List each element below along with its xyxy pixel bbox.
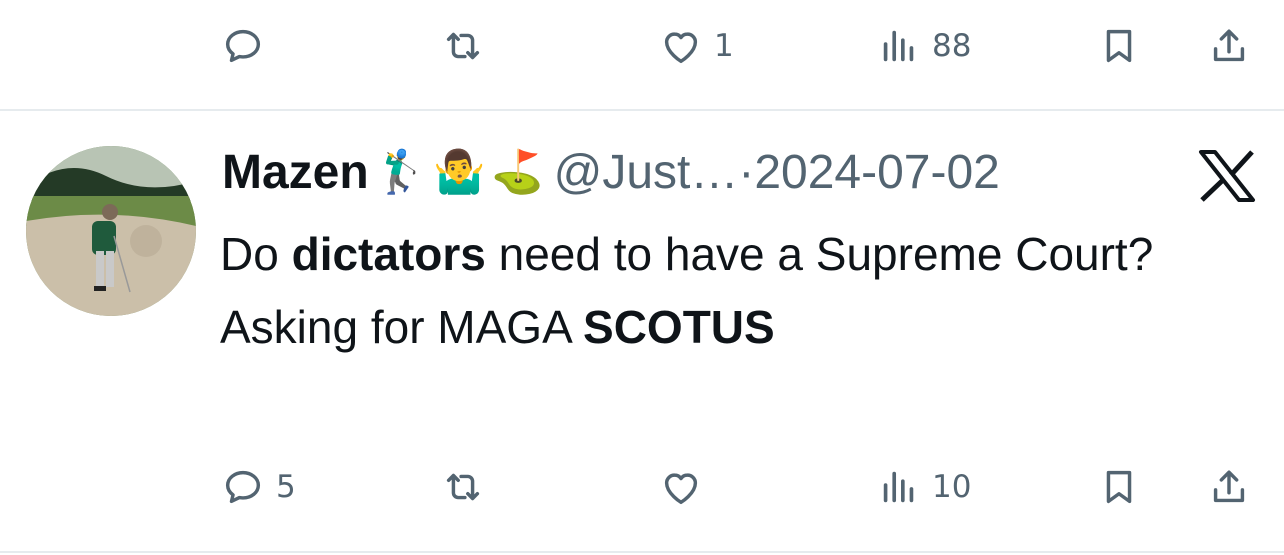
reply-button[interactable]: 5 [220, 457, 296, 517]
tweet-action-bar: 5 10 [0, 457, 1284, 517]
like-button[interactable] [658, 457, 714, 517]
retweet-icon [440, 464, 486, 510]
tweet-date[interactable]: 2024-07-02 [754, 145, 1000, 200]
separator-dot: · [738, 145, 755, 199]
bookmark-icon [1096, 464, 1142, 510]
reply-icon [220, 464, 266, 510]
share-button[interactable] [1206, 457, 1252, 517]
reply-button[interactable] [220, 16, 276, 76]
tweet-text: Do dictators need to have a Supreme Cour… [220, 218, 1250, 364]
like-button[interactable]: 1 [658, 16, 734, 76]
views-count: 88 [932, 28, 972, 64]
views-count: 10 [932, 469, 972, 505]
golfer-emoji: 🏌️‍♂️ [374, 147, 427, 195]
bookmark-button[interactable] [1096, 16, 1142, 76]
heart-icon [658, 464, 704, 510]
share-button[interactable] [1206, 16, 1252, 76]
bold-word-dictators: dictators [291, 228, 486, 280]
avatar[interactable] [26, 146, 196, 316]
views-icon [876, 23, 922, 69]
tweet-divider [0, 109, 1284, 111]
reply-icon [220, 23, 266, 69]
retweet-icon [440, 23, 486, 69]
x-logo-icon [1198, 150, 1256, 202]
bookmark-icon [1096, 23, 1142, 69]
bookmark-button[interactable] [1096, 457, 1142, 517]
tweet-text-line-1: Do dictators need to have a Supreme Cour… [220, 228, 1154, 280]
tweet-text-line-2: Asking for MAGA SCOTUS [220, 301, 775, 353]
golf-flag-emoji: ⛳ [491, 147, 544, 195]
retweet-button[interactable] [440, 457, 496, 517]
share-icon [1206, 464, 1252, 510]
views-button[interactable]: 10 [876, 457, 971, 517]
tweet-header: Mazen 🏌️‍♂️ 🤷‍♂️ ⛳ @Just… · 2024-07-02 [222, 136, 1000, 208]
like-count: 1 [714, 28, 734, 64]
views-button[interactable]: 88 [876, 16, 971, 76]
author-name[interactable]: Mazen [222, 145, 369, 200]
top-action-bar: 1 88 [0, 16, 1284, 76]
shrug-emoji: 🤷‍♂️ [433, 147, 486, 195]
retweet-button[interactable] [440, 16, 496, 76]
author-handle[interactable]: @Just… [554, 145, 739, 200]
views-icon [876, 464, 922, 510]
bottom-divider [0, 551, 1284, 553]
reply-count: 5 [276, 469, 296, 505]
heart-icon [658, 23, 704, 69]
share-icon [1206, 23, 1252, 69]
bold-word-scotus: SCOTUS [583, 301, 775, 353]
